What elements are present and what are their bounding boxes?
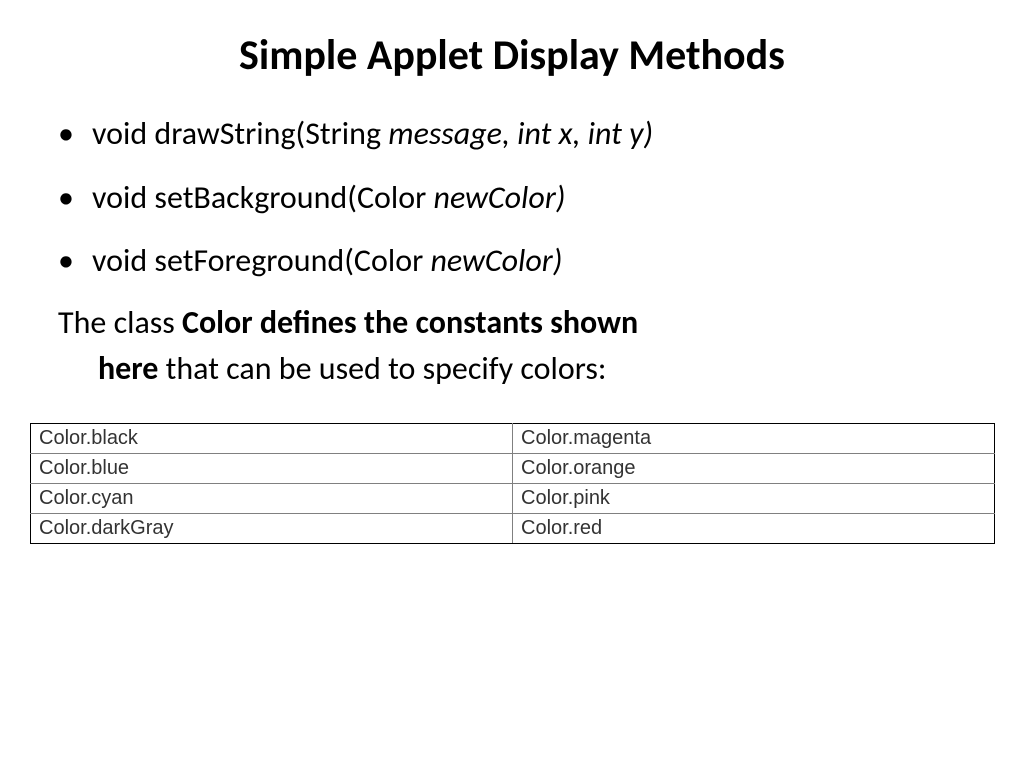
table-cell: Color.orange [513,453,995,483]
desc-bold-2: here [98,349,158,388]
method-prefix: void setForeground(Color [92,241,430,280]
method-params: newColor) [433,178,565,217]
table-row: Color.darkGray Color.red [31,513,995,543]
table-cell: Color.pink [513,483,995,513]
table-row: Color.cyan Color.pink [31,483,995,513]
color-constants-table: Color.black Color.magenta Color.blue Col… [30,423,995,544]
method-prefix: void drawString(String [92,114,388,153]
method-item: void drawString(String message, int x, i… [58,109,994,159]
method-params: newColor) [430,241,562,280]
table-cell: Color.darkGray [31,513,513,543]
description-text: The class Color defines the constants sh… [30,300,994,393]
table-row: Color.black Color.magenta [31,423,995,453]
method-prefix: void setBackground(Color [92,178,433,217]
table-cell: Color.cyan [31,483,513,513]
method-item: void setBackground(Color newColor) [58,173,994,223]
table-row: Color.blue Color.orange [31,453,995,483]
table-cell: Color.blue [31,453,513,483]
slide-title: Simple Applet Display Methods [30,30,994,81]
desc-plain-2: that can be used to specify colors: [158,349,606,388]
table-cell: Color.black [31,423,513,453]
desc-bold-1: Color defines the constants shown [182,303,638,342]
method-params: message, int x, int y) [388,114,653,153]
desc-plain-1: The class [58,303,182,342]
method-item: void setForeground(Color newColor) [58,236,994,286]
table-cell: Color.magenta [513,423,995,453]
method-list: void drawString(String message, int x, i… [30,109,994,286]
table-cell: Color.red [513,513,995,543]
